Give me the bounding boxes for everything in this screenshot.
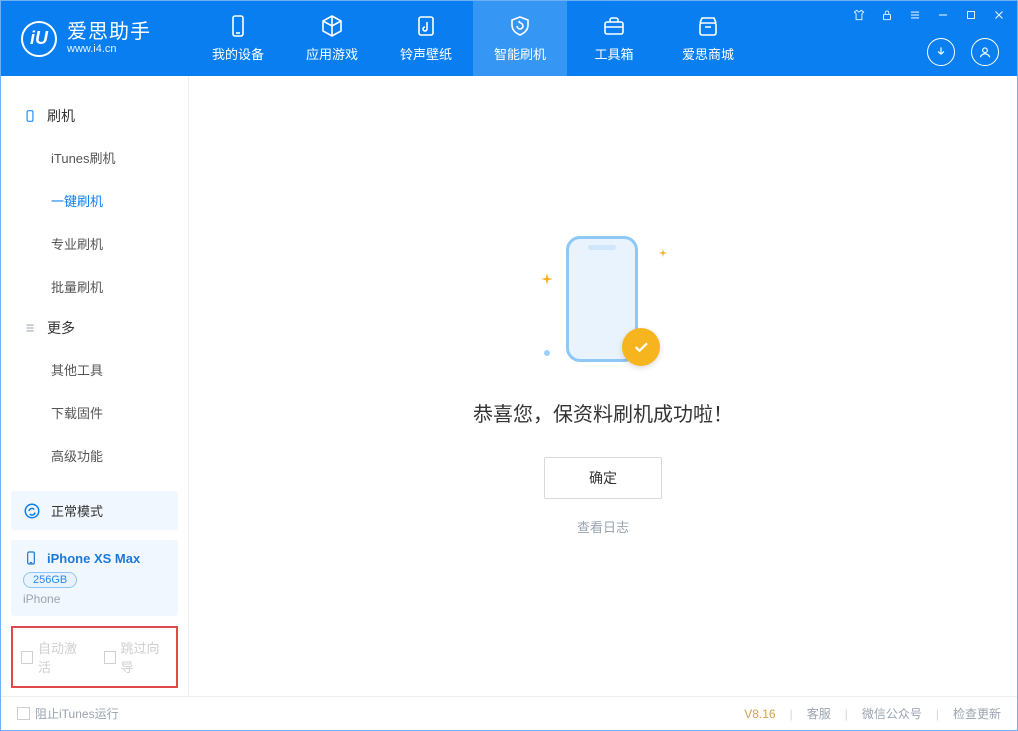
device-type: iPhone [23,592,166,606]
separator: | [936,707,939,721]
separator: | [845,707,848,721]
footer-right: V8.16 | 客服 | 微信公众号 | 检查更新 [744,705,1001,722]
wechat-link[interactable]: 微信公众号 [862,705,922,722]
app-window: iU 爱思助手 www.i4.cn 我的设备 应用游戏 铃声壁纸 智能刷机 [0,0,1018,731]
user-button[interactable] [971,38,999,66]
logo-text: 爱思助手 www.i4.cn [67,21,151,55]
section-title: 刷机 [47,106,75,126]
checkbox-box-icon [17,707,30,720]
list-icon [23,321,37,335]
close-icon [992,8,1006,22]
main-content: 恭喜您，保资料刷机成功啦！ 确定 查看日志 [189,76,1017,696]
phone-icon [226,14,250,38]
lock-icon-button[interactable] [879,7,895,23]
device-panel: 正常模式 iPhone XS Max 256GB iPhone [11,491,178,616]
version-label: V8.16 [744,707,775,721]
menu-icon-button[interactable] [907,7,923,23]
device-info[interactable]: iPhone XS Max 256GB iPhone [11,540,178,616]
section-title: 更多 [47,318,75,338]
view-log-link[interactable]: 查看日志 [577,517,629,536]
user-icon [978,45,992,59]
checkbox-box-icon [104,651,116,664]
sidebar-item-oneclick-flash[interactable]: 一键刷机 [1,179,188,222]
nav-tabs: 我的设备 应用游戏 铃声壁纸 智能刷机 工具箱 爱思商城 [191,1,755,76]
dot-icon [544,350,550,356]
toolbox-icon [602,14,626,38]
app-name-cn: 爱思助手 [67,21,151,43]
shirt-icon [852,8,866,22]
header: iU 爱思助手 www.i4.cn 我的设备 应用游戏 铃声壁纸 智能刷机 [1,1,1017,76]
close-button[interactable] [991,7,1007,23]
sidebar: 刷机 iTunes刷机 一键刷机 专业刷机 批量刷机 更多 其他工具 下载固件 … [1,76,189,696]
success-illustration [538,236,668,376]
support-link[interactable]: 客服 [807,705,831,722]
minimize-button[interactable] [935,7,951,23]
minimize-icon [936,8,950,22]
tab-store[interactable]: 爱思商城 [661,1,755,76]
download-icon [934,45,948,59]
store-icon [696,14,720,38]
logo-icon: iU [21,21,57,57]
shield-refresh-icon [508,14,532,38]
sidebar-item-itunes-flash[interactable]: iTunes刷机 [1,136,188,179]
checkbox-block-itunes[interactable]: 阻止iTunes运行 [17,705,119,722]
checkbox-skip-guide[interactable]: 跳过向导 [104,638,169,676]
tab-label: 爱思商城 [682,44,734,63]
tab-smart-flash[interactable]: 智能刷机 [473,1,567,76]
footer-left: 阻止iTunes运行 [17,705,119,722]
mode-label: 正常模式 [51,501,103,520]
cube-icon [320,14,344,38]
tab-apps-games[interactable]: 应用游戏 [285,1,379,76]
body: 刷机 iTunes刷机 一键刷机 专业刷机 批量刷机 更多 其他工具 下载固件 … [1,76,1017,696]
sidebar-item-pro-flash[interactable]: 专业刷机 [1,222,188,265]
tab-label: 我的设备 [212,44,264,63]
maximize-icon [964,8,978,22]
device-phone-icon [23,550,39,566]
separator: | [790,707,793,721]
checkbox-label: 跳过向导 [121,638,168,676]
checkbox-label: 阻止iTunes运行 [35,705,119,722]
ok-button[interactable]: 确定 [544,457,662,499]
phone-outline-icon [23,109,37,123]
sidebar-item-batch-flash[interactable]: 批量刷机 [1,265,188,308]
sparkle-icon [540,272,554,286]
success-message: 恭喜您，保资料刷机成功啦！ [473,398,733,427]
header-actions [927,38,999,66]
device-name: iPhone XS Max [47,551,140,566]
lock-icon [880,8,894,22]
download-button[interactable] [927,38,955,66]
menu-icon [908,8,922,22]
app-name-en: www.i4.cn [67,43,151,55]
sidebar-item-other-tools[interactable]: 其他工具 [1,348,188,391]
refresh-circle-icon [23,502,41,520]
checkbox-label: 自动激活 [38,638,85,676]
sidebar-section-flash: 刷机 [1,96,188,136]
shirt-icon-button[interactable] [851,7,867,23]
flash-options-highlight: 自动激活 跳过向导 [11,626,178,688]
checkbox-auto-activate[interactable]: 自动激活 [21,638,86,676]
footer: 阻止iTunes运行 V8.16 | 客服 | 微信公众号 | 检查更新 [1,696,1017,730]
sidebar-item-download-firmware[interactable]: 下载固件 [1,391,188,434]
tab-ringtones-wallpapers[interactable]: 铃声壁纸 [379,1,473,76]
tab-my-device[interactable]: 我的设备 [191,1,285,76]
tab-label: 铃声壁纸 [400,44,452,63]
music-file-icon [414,14,438,38]
sparkle-icon [658,248,668,258]
tab-label: 应用游戏 [306,44,358,63]
tab-label: 工具箱 [594,44,633,63]
tab-label: 智能刷机 [494,44,546,63]
check-update-link[interactable]: 检查更新 [953,705,1001,722]
checkbox-box-icon [21,651,33,664]
device-mode[interactable]: 正常模式 [11,491,178,530]
device-storage: 256GB [23,572,77,588]
sidebar-item-advanced[interactable]: 高级功能 [1,434,188,477]
tab-toolbox[interactable]: 工具箱 [567,1,661,76]
checkmark-badge-icon [622,328,660,366]
logo: iU 爱思助手 www.i4.cn [1,1,191,76]
sidebar-section-more: 更多 [1,308,188,348]
window-controls [851,7,1007,23]
maximize-button[interactable] [963,7,979,23]
